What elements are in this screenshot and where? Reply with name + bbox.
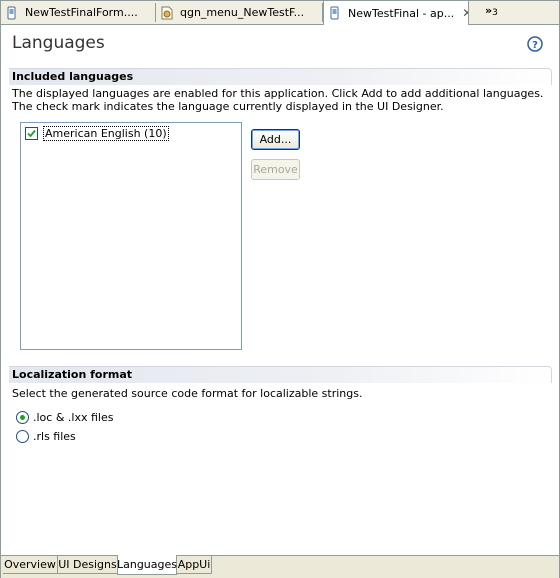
language-checkbox[interactable] — [25, 127, 38, 140]
editor-frame: NewTestFinalForm.... qgn_menu_NewTestF..… — [0, 0, 560, 578]
radio-option-rls[interactable]: .rls files — [16, 430, 76, 443]
editor-content: Languages ? Included languages The displ… — [1, 25, 559, 555]
editor-tab-menu-image[interactable]: qgn_menu_NewTestF... — [156, 3, 323, 22]
tab-ui-designs[interactable]: UI Designs — [58, 556, 118, 574]
language-label: American English (10) — [43, 126, 169, 141]
editor-page-tabs: Overview UI Designs Languages AppUi — [1, 555, 559, 578]
section-title: Included languages — [12, 70, 134, 83]
languages-list[interactable]: American English (10) — [20, 122, 242, 350]
radio-option-loc-lxx[interactable]: .loc & .lxx files — [16, 411, 113, 424]
editor-tab-strip: NewTestFinalForm.... qgn_menu_NewTestF..… — [1, 1, 559, 25]
image-file-icon — [161, 6, 173, 19]
included-languages-description-2: The check mark indicates the language cu… — [12, 100, 444, 113]
radio-label: .loc & .lxx files — [33, 411, 114, 424]
editor-tab-label: NewTestFinal - ap... — [348, 6, 455, 20]
check-icon — [27, 129, 36, 138]
tab-overflow-button[interactable]: » 3 — [485, 4, 498, 20]
list-item-language[interactable]: American English (10) — [25, 126, 169, 141]
radio-button[interactable] — [16, 430, 29, 443]
localization-format-header[interactable]: Localization format — [9, 366, 552, 383]
close-icon[interactable]: ✕ — [462, 6, 468, 20]
tab-appui[interactable]: AppUi — [177, 556, 212, 574]
editor-tab-label: NewTestFinalForm.... — [25, 6, 138, 19]
svg-text:?: ? — [532, 40, 538, 51]
tab-overflow-count: 3 — [492, 8, 498, 18]
editor-tab-form[interactable]: NewTestFinalForm.... — [1, 3, 156, 22]
page-title: Languages — [12, 33, 105, 53]
editor-tab-label: qgn_menu_NewTestF... — [180, 6, 305, 19]
tab-languages[interactable]: Languages — [117, 555, 177, 575]
add-language-button[interactable]: Add... — [251, 129, 300, 150]
section-title: Localization format — [12, 368, 133, 381]
included-languages-description-1: The displayed languages are enabled for … — [12, 87, 544, 100]
tab-overview[interactable]: Overview — [3, 556, 58, 574]
localization-format-description: Select the generated source code format … — [12, 387, 363, 400]
editor-tab-application[interactable]: NewTestFinal - ap... ✕ — [323, 1, 469, 25]
file-icon — [7, 6, 16, 19]
remove-language-button[interactable]: Remove — [251, 159, 300, 180]
radio-label: .rls files — [33, 430, 76, 443]
radio-button[interactable] — [16, 411, 29, 424]
file-icon — [330, 6, 339, 20]
help-icon[interactable]: ? — [527, 36, 543, 52]
included-languages-header[interactable]: Included languages — [9, 68, 552, 85]
chevron-right-icon: » — [485, 4, 493, 17]
